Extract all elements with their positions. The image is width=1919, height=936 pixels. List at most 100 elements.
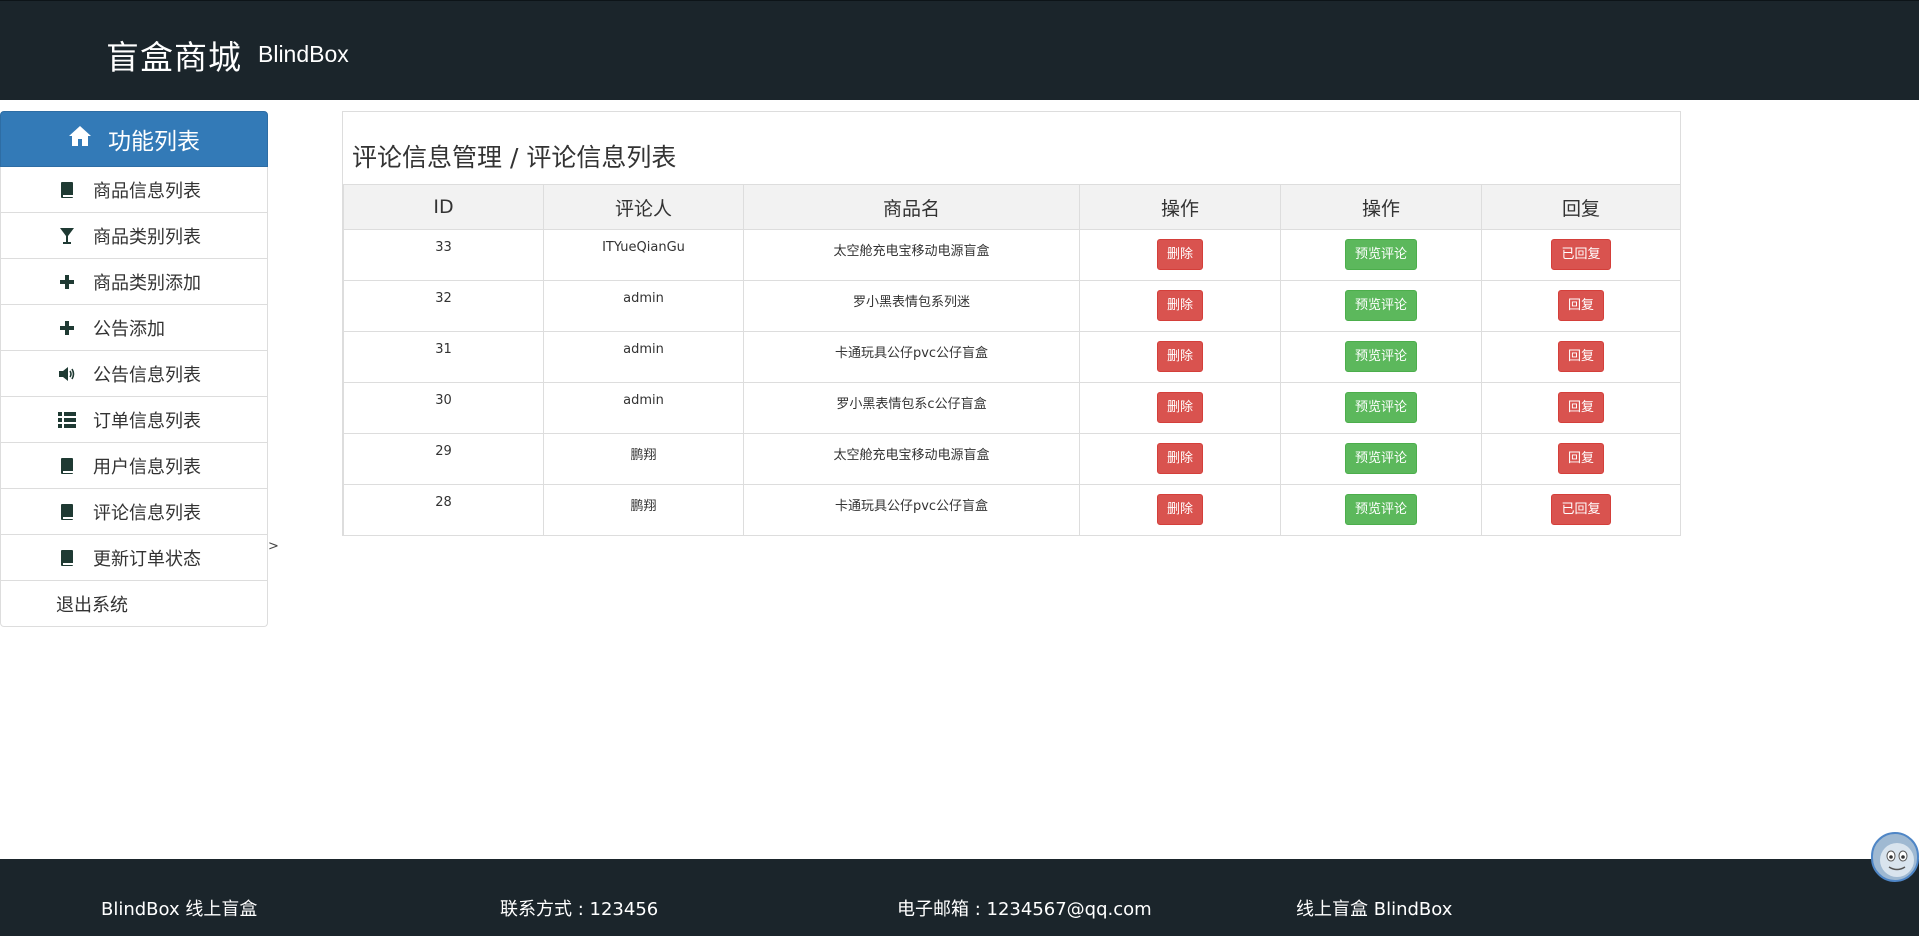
- cell-preview: 预览评论: [1280, 433, 1482, 485]
- top-header: 盲盒商城 BlindBox: [0, 0, 1919, 100]
- cell-delete: 删除: [1079, 484, 1281, 536]
- cell-id: 33: [343, 229, 544, 281]
- cell-preview: 预览评论: [1280, 331, 1482, 383]
- footer-brand: BlindBox 线上盲盒: [101, 899, 258, 920]
- sidebar-item-category-list[interactable]: 商品类别列表: [0, 213, 268, 259]
- sidebar-item-label: 用户信息列表: [93, 456, 201, 478]
- sidebar-collapse-arrow[interactable]: >: [268, 539, 279, 554]
- sidebar-item-label: 商品类别添加: [93, 272, 201, 294]
- cell-reply: 回复: [1481, 280, 1681, 332]
- sidebar-item-logout[interactable]: 退出系统: [0, 581, 268, 627]
- comment-table: ID 评论人 商品名 操作 操作 回复 33 ITYueQianGu 太空舱充电…: [343, 184, 1681, 536]
- cell-reply: 回复: [1481, 382, 1681, 434]
- cell-preview: 预览评论: [1280, 280, 1482, 332]
- table-header-row: ID 评论人 商品名 操作 操作 回复: [343, 184, 1681, 230]
- reply-button[interactable]: 回复: [1557, 341, 1604, 372]
- table-row: 28 鹏翔 卡通玩具公仔pvc公仔盲盒 删除 预览评论 已回复: [343, 484, 1681, 536]
- sidebar-item-label: 商品类别列表: [93, 226, 201, 248]
- delete-button[interactable]: 删除: [1156, 494, 1203, 525]
- footer-slogan: 线上盲盒 BlindBox: [1296, 899, 1453, 920]
- cell-product: 罗小黑表情包系c公仔盲盒: [743, 382, 1080, 434]
- list-icon: [57, 411, 77, 428]
- sidebar-item-label: 公告信息列表: [93, 364, 201, 386]
- cell-id: 32: [343, 280, 544, 332]
- footer-email: 电子邮箱 : 1234567@qq.com: [897, 899, 1152, 920]
- table-row: 30 admin 罗小黑表情包系c公仔盲盒 删除 预览评论 回复: [343, 382, 1681, 434]
- cell-preview: 预览评论: [1280, 382, 1482, 434]
- sidebar-item-label: 评论信息列表: [93, 502, 201, 524]
- cell-product: 太空舱充电宝移动电源盲盒: [743, 229, 1080, 281]
- cell-product: 卡通玩具公仔pvc公仔盲盒: [743, 484, 1080, 536]
- delete-button[interactable]: 删除: [1156, 341, 1203, 372]
- sidebar-item-notice-add[interactable]: 公告添加: [0, 305, 268, 351]
- cell-reply: 回复: [1481, 331, 1681, 383]
- sidebar-item-product-list[interactable]: 商品信息列表: [0, 167, 268, 213]
- book-icon: [57, 457, 77, 475]
- sidebar-item-label: 订单信息列表: [93, 410, 201, 432]
- sidebar-item-label: 退出系统: [56, 594, 128, 616]
- cell-commenter: admin: [543, 382, 744, 434]
- cell-id: 30: [343, 382, 544, 434]
- sidebar-item-user-list[interactable]: 用户信息列表: [0, 443, 268, 489]
- delete-button[interactable]: 删除: [1156, 290, 1203, 321]
- sidebar-item-notice-list[interactable]: 公告信息列表: [0, 351, 268, 397]
- sidebar-item-label: 商品信息列表: [93, 180, 201, 202]
- site-footer: BlindBox 线上盲盒 联系方式 : 123456 电子邮箱 : 12345…: [0, 859, 1919, 936]
- sidebar-item-category-add[interactable]: 商品类别添加: [0, 259, 268, 305]
- column-header: 操作: [1280, 184, 1482, 230]
- sidebar-item-update-order[interactable]: 更新订单状态: [0, 535, 268, 581]
- cell-commenter: admin: [543, 280, 744, 332]
- cell-delete: 删除: [1079, 280, 1281, 332]
- cell-commenter: 鹏翔: [543, 484, 744, 536]
- book-icon: [57, 503, 77, 521]
- cell-reply: 已回复: [1481, 484, 1681, 536]
- delete-button[interactable]: 删除: [1156, 239, 1203, 270]
- cell-product: 罗小黑表情包系列迷: [743, 280, 1080, 332]
- cell-reply: 回复: [1481, 433, 1681, 485]
- cell-delete: 删除: [1079, 433, 1281, 485]
- reply-button[interactable]: 已回复: [1551, 239, 1611, 270]
- column-header: ID: [343, 184, 544, 230]
- reply-button[interactable]: 回复: [1557, 290, 1604, 321]
- cell-id: 29: [343, 433, 544, 485]
- preview-comment-button[interactable]: 预览评论: [1344, 443, 1417, 474]
- preview-comment-button[interactable]: 预览评论: [1344, 290, 1417, 321]
- sidebar-header: 功能列表: [0, 111, 268, 167]
- sidebar-item-order-list[interactable]: 订单信息列表: [0, 397, 268, 443]
- delete-button[interactable]: 删除: [1156, 443, 1203, 474]
- preview-comment-button[interactable]: 预览评论: [1344, 341, 1417, 372]
- cell-preview: 预览评论: [1280, 229, 1482, 281]
- cell-reply: 已回复: [1481, 229, 1681, 281]
- cell-product: 卡通玩具公仔pvc公仔盲盒: [743, 331, 1080, 383]
- reply-button[interactable]: 回复: [1557, 443, 1604, 474]
- volume-icon: [57, 366, 77, 381]
- cell-commenter: 鹏翔: [543, 433, 744, 485]
- column-header: 回复: [1481, 184, 1681, 230]
- page-title: 评论信息管理 / 评论信息列表: [352, 143, 677, 172]
- table-row: 32 admin 罗小黑表情包系列迷 删除 预览评论 回复: [343, 280, 1681, 332]
- book-icon: [57, 181, 77, 199]
- cell-commenter: admin: [543, 331, 744, 383]
- cell-delete: 删除: [1079, 382, 1281, 434]
- footer-contact: 联系方式 : 123456: [500, 899, 659, 920]
- sidebar-item-comment-list[interactable]: 评论信息列表: [0, 489, 268, 535]
- reply-button[interactable]: 已回复: [1551, 494, 1611, 525]
- book-icon: [57, 549, 77, 567]
- sidebar: 功能列表 商品信息列表 商品类别列表 商品类别添加 公告添加 公告信息列表 订单…: [0, 111, 268, 627]
- cell-preview: 预览评论: [1280, 484, 1482, 536]
- cell-delete: 删除: [1079, 229, 1281, 281]
- comment-panel: 评论信息管理 / 评论信息列表 ID 评论人 商品名 操作 操作 回复 33 I…: [342, 111, 1681, 536]
- delete-button[interactable]: 删除: [1156, 392, 1203, 423]
- column-header: 评论人: [543, 184, 744, 230]
- brand-subtitle: BlindBox: [258, 41, 349, 67]
- reply-button[interactable]: 回复: [1557, 392, 1604, 423]
- preview-comment-button[interactable]: 预览评论: [1344, 239, 1417, 270]
- plus-icon: [57, 320, 77, 336]
- chat-avatar-icon[interactable]: [1871, 832, 1919, 882]
- preview-comment-button[interactable]: 预览评论: [1344, 494, 1417, 525]
- brand-title[interactable]: 盲盒商城: [106, 31, 242, 79]
- table-row: 29 鹏翔 太空舱充电宝移动电源盲盒 删除 预览评论 回复: [343, 433, 1681, 485]
- preview-comment-button[interactable]: 预览评论: [1344, 392, 1417, 423]
- cell-id: 31: [343, 331, 544, 383]
- table-row: 33 ITYueQianGu 太空舱充电宝移动电源盲盒 删除 预览评论 已回复: [343, 229, 1681, 281]
